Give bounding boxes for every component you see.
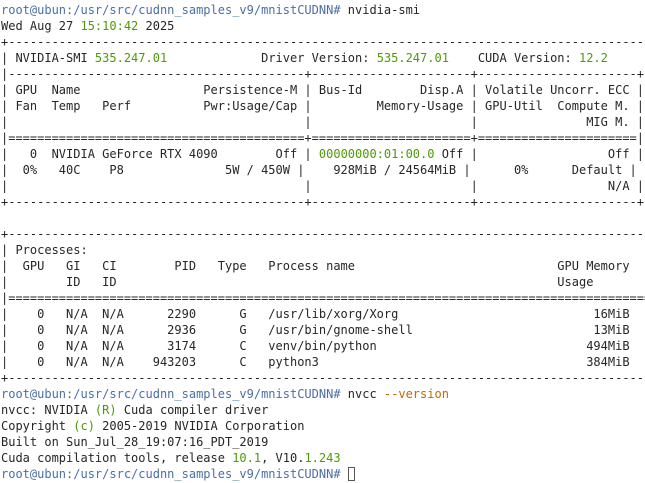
gpu-table-head-line: | Fan Temp Perf Pwr:Usage/Cap | Memory-U… (1, 99, 644, 113)
shell-prompt: root@ubun:/usr/src/cudnn_samples_v9/mnis… (1, 387, 348, 401)
process-table-line: |=======================================… (1, 291, 645, 305)
cuda-label: CUDA Version: (448, 51, 579, 65)
command-flag: --version (383, 387, 449, 401)
nvcc-output-line: Cuda compilation tools, release 10.1, V1… (1, 450, 645, 466)
nvcc-text: nvcc: NVIDIA (1, 403, 95, 417)
command-text: nvcc (347, 387, 384, 401)
header-end: | (608, 51, 645, 65)
gpu-row-rest: Off | Off | (434, 147, 644, 161)
text-cursor[interactable] (347, 467, 355, 481)
process-table-line: +---------------------------------------… (1, 227, 645, 241)
process-row: | 0 N/A N/A 3174 C venv/bin/python 494Mi… (1, 339, 645, 353)
shell-prompt: root@ubun:/usr/src/cudnn_samples_v9/mnis… (1, 467, 348, 481)
process-row: | 0 N/A N/A 2290 G /usr/lib/xorg/Xorg 16… (1, 307, 645, 321)
process-table-line: | GPU GI CI PID Type Process name GPU Me… (1, 259, 645, 273)
header-label: | NVIDIA-SMI (1, 51, 95, 65)
process-row: | 0 N/A N/A 2936 G /usr/bin/gnome-shell … (1, 323, 645, 337)
gpu-row: | | | N/A | (1, 179, 644, 193)
release-text: Cuda compilation tools, release (1, 451, 233, 465)
date-text: Wed Aug 27 (1, 19, 81, 33)
version-prefix: , V10. (261, 451, 305, 465)
driver-label: Driver Version: (167, 51, 377, 65)
gpu-table-head-line: | GPU Name Persistence-M | Bus-Id Disp.A… (1, 83, 644, 97)
nvcc-output-line: nvcc: NVIDIA (R) Cuda compiler driver (1, 402, 645, 418)
gpu-table-head-line: |=======================================… (1, 131, 644, 145)
gpu-name-cell: | 0 NVIDIA GeForce RTX 4090 Off | (1, 147, 319, 161)
command-text: nvidia-smi (347, 3, 421, 17)
terminal-window[interactable]: root@ubun:/usr/src/cudnn_samples_v9/mnis… (0, 0, 645, 483)
gpu-row: | 0% 40C P8 5W / 450W | 928MiB / 24564Mi… (1, 163, 637, 177)
time-text: 15:10:42 (80, 19, 139, 33)
command-line-active[interactable]: root@ubun:/usr/src/cudnn_samples_v9/mnis… (1, 466, 645, 482)
shell-prompt: root@ubun:/usr/src/cudnn_samples_v9/mnis… (1, 3, 348, 17)
bus-id: 00000000:01:00.0 (318, 147, 435, 161)
gpu-table-head-line: | | | MIG M. | (1, 115, 644, 129)
nvcc-output-line: Copyright (c) 2005-2019 NVIDIA Corporati… (1, 418, 645, 434)
process-table-line: | ID ID Usage | (1, 275, 645, 289)
registered-mark: (R) (94, 403, 117, 417)
release-number: 10.1 (232, 451, 262, 465)
copyright-text: Copyright (1, 419, 74, 433)
smi-header-line: | NVIDIA-SMI 535.247.01 Driver Version: … (1, 50, 645, 66)
command-line-nvcc: root@ubun:/usr/src/cudnn_samples_v9/mnis… (1, 386, 645, 402)
nvcc-output-line: Built on Sun_Jul_28_19:07:16_PDT_2019 (1, 435, 269, 449)
year-text: 2025 (138, 19, 175, 33)
command-line-nvidia-smi: root@ubun:/usr/src/cudnn_samples_v9/mnis… (1, 2, 645, 18)
date-line: Wed Aug 27 15:10:42 2025 (1, 18, 645, 34)
copyright-mark: (c) (73, 419, 95, 433)
smi-version: 535.247.01 (94, 51, 168, 65)
gpu-row: | 0 NVIDIA GeForce RTX 4090 Off | 000000… (1, 146, 645, 162)
process-table-line: | Processes: | (1, 243, 645, 257)
copyright-text: 2005-2019 NVIDIA Corporation (94, 419, 305, 433)
table-border: +---------------------------------------… (1, 35, 645, 49)
version-number: 1.243 (304, 451, 341, 465)
gpu-table-head-line: |---------------------------------------… (1, 67, 644, 81)
nvcc-text: Cuda compiler driver (116, 403, 269, 417)
table-border: +---------------------------------------… (1, 195, 644, 209)
driver-version: 535.247.01 (376, 51, 449, 65)
cuda-version: 12.2 (578, 51, 608, 65)
process-row: | 0 N/A N/A 943203 C python3 384MiB | (1, 355, 645, 369)
process-table-line: +---------------------------------------… (1, 371, 645, 385)
